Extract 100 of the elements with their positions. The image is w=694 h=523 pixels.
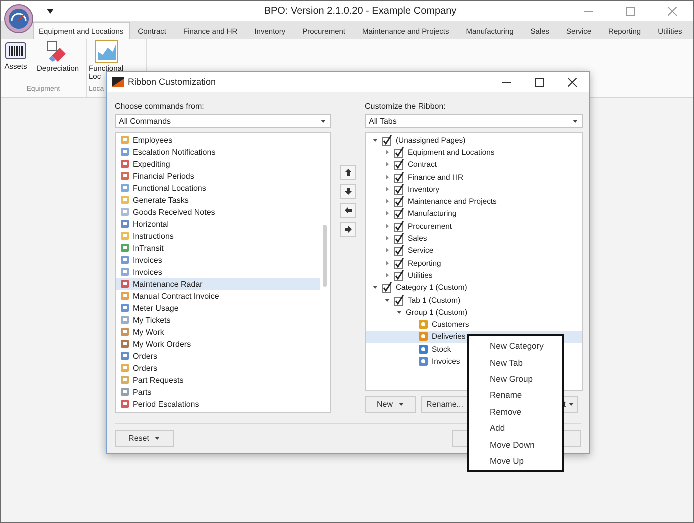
list-item[interactable]: Meter Usage <box>116 302 320 314</box>
logo-icon[interactable] <box>4 4 34 34</box>
command-icon <box>418 319 429 330</box>
menu-item[interactable]: New Category <box>469 338 562 354</box>
checkbox[interactable] <box>394 196 405 208</box>
item-label: Invoices <box>133 268 162 276</box>
field-label: Choose commands from: <box>115 102 206 113</box>
move-left-button[interactable] <box>340 203 356 218</box>
list-item[interactable]: Manual Contract Invoice <box>116 290 320 302</box>
caret-icon <box>321 120 326 122</box>
app-icon <box>112 77 124 87</box>
list-item[interactable]: Parts <box>116 386 320 398</box>
item-label: Generate Tasks <box>133 196 189 204</box>
expand-arrow-icon[interactable] <box>384 222 391 230</box>
dropdown-arrow-icon[interactable] <box>47 8 54 14</box>
move-right-button[interactable] <box>340 222 356 237</box>
close-icon <box>668 6 676 16</box>
list-item[interactable]: Period Escalations <box>116 398 320 410</box>
rename-button[interactable]: Rename... <box>421 396 469 413</box>
expand-arrow-icon[interactable] <box>384 161 391 168</box>
checkbox[interactable] <box>394 159 405 170</box>
list-item[interactable]: Escalation Notifications <box>116 146 320 158</box>
list-item[interactable]: Invoices <box>116 266 320 278</box>
expand-arrow-icon[interactable] <box>384 186 391 193</box>
list-item[interactable]: Orders <box>116 362 320 374</box>
maximize-icon <box>535 78 544 86</box>
checkbox[interactable] <box>394 220 405 232</box>
checkbox[interactable] <box>394 258 405 269</box>
checkbox[interactable] <box>394 172 405 183</box>
menu-item[interactable]: New Group <box>469 370 562 388</box>
command-icon <box>418 356 429 367</box>
item-label: Orders <box>133 352 158 360</box>
collapse-arrow-icon[interactable] <box>396 308 403 316</box>
list-item[interactable]: Generate Tasks <box>116 194 320 206</box>
item-label: Meter Usage <box>133 304 179 312</box>
checkbox[interactable] <box>394 233 405 244</box>
list-item[interactable]: Functional Locations <box>116 182 320 194</box>
list-item[interactable]: Employees <box>116 134 320 146</box>
left-arrow-icon <box>344 207 352 214</box>
list-item[interactable]: Orders <box>116 350 320 362</box>
item-label: My Work <box>133 328 164 336</box>
checkbox[interactable] <box>394 208 405 220</box>
expand-arrow-icon[interactable] <box>384 210 391 218</box>
maximize-icon <box>626 6 634 16</box>
minimize-icon <box>584 10 592 12</box>
menu-item[interactable]: Remove <box>469 404 562 420</box>
menu-item[interactable]: Move Down <box>469 436 562 453</box>
list-item[interactable]: Maintenance Radar <box>116 278 320 290</box>
list-item[interactable]: Instructions <box>116 230 320 242</box>
checkbox[interactable] <box>382 134 393 146</box>
menu-item[interactable]: Add <box>469 420 562 436</box>
item-label: Escalation Notifications <box>133 148 216 156</box>
item-label: My Work Orders <box>133 340 192 348</box>
list-item[interactable]: Part Requests <box>116 374 320 386</box>
expand-arrow-icon[interactable] <box>384 272 391 279</box>
item-label: Invoices <box>133 256 162 264</box>
new-button[interactable]: New <box>365 396 416 413</box>
caret-icon <box>155 437 160 440</box>
list-item[interactable]: InTransit <box>116 242 320 254</box>
checkbox[interactable] <box>394 270 405 281</box>
tabs-dropdown[interactable]: All Tabs <box>365 114 583 128</box>
checkbox[interactable] <box>394 294 405 306</box>
item-label: Employees <box>133 136 173 144</box>
list-item[interactable]: Expediting <box>116 158 320 170</box>
expand-arrow-icon[interactable] <box>384 174 391 181</box>
expand-arrow-icon[interactable] <box>384 247 391 254</box>
item-label: Functional Locations <box>133 184 206 192</box>
collapse-arrow-icon[interactable] <box>384 296 391 304</box>
move-up-button[interactable] <box>340 165 356 180</box>
menu-item[interactable]: New Tab <box>469 354 562 371</box>
move-down-button[interactable] <box>340 184 356 199</box>
menu-item[interactable]: Move Up <box>469 452 562 470</box>
list-item[interactable]: My Work Orders <box>116 338 320 350</box>
commands-dropdown[interactable]: All Commands <box>115 114 331 128</box>
list-item[interactable]: Goods Received Notes <box>116 206 320 218</box>
list-item[interactable]: Financial Periods <box>116 170 320 182</box>
collapse-arrow-icon[interactable] <box>372 136 379 144</box>
item-label: InTransit <box>133 244 164 252</box>
expand-arrow-icon[interactable] <box>384 260 391 267</box>
collapse-arrow-icon[interactable] <box>372 284 379 292</box>
checkbox[interactable] <box>394 184 405 195</box>
list-item[interactable]: My Work <box>116 326 320 338</box>
item-label: Orders <box>133 364 158 372</box>
reset-button[interactable]: Reset <box>115 430 174 447</box>
list-item[interactable]: My Tickets <box>116 314 320 326</box>
close-icon <box>568 78 577 86</box>
list-item[interactable]: Invoices <box>116 254 320 266</box>
item-label: Manual Contract Invoice <box>133 292 220 300</box>
item-label: Part Requests <box>133 376 184 384</box>
expand-arrow-icon[interactable] <box>384 235 391 242</box>
command-icon <box>418 344 429 355</box>
expand-arrow-icon[interactable] <box>384 198 391 206</box>
checkbox[interactable] <box>394 146 405 158</box>
menu-item[interactable]: Rename <box>469 387 562 404</box>
down-arrow-icon <box>344 188 352 195</box>
checkbox[interactable] <box>394 245 405 256</box>
list-item[interactable]: Horizontal <box>116 218 320 230</box>
expand-arrow-icon[interactable] <box>384 148 391 156</box>
checkbox[interactable] <box>382 282 393 294</box>
command-icon <box>418 331 429 342</box>
